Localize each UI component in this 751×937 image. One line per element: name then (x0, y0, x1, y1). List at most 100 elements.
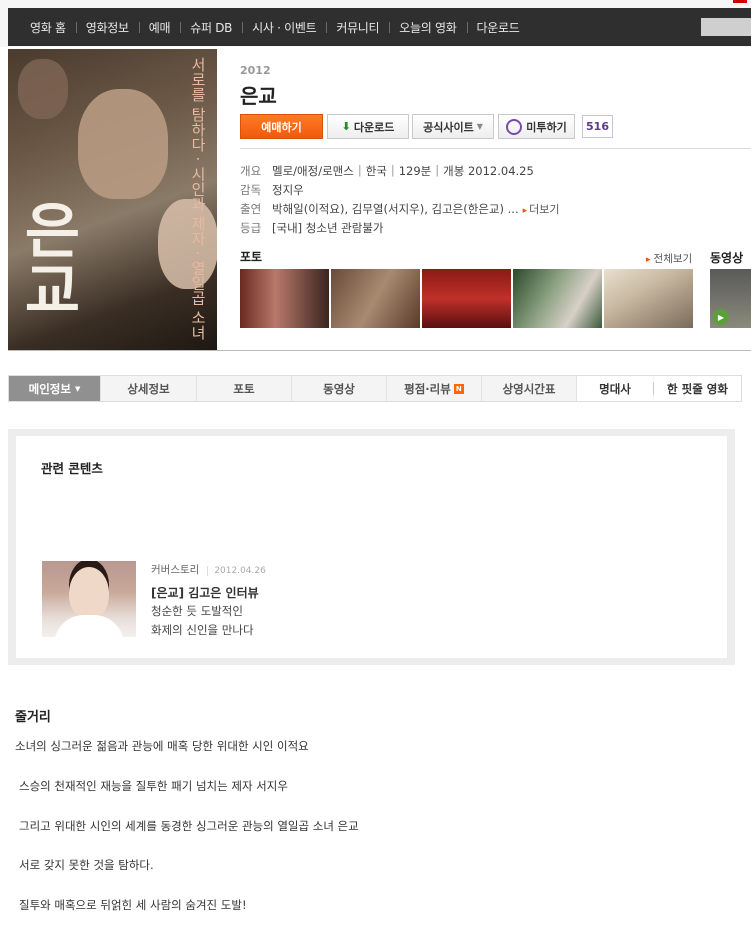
tab-rating-review-label: 평점·리뷰 (404, 381, 451, 396)
tab-quotes-label: 명대사 (599, 381, 631, 396)
tab-related-movies[interactable]: 한 핏줄 영화 (654, 376, 741, 401)
related-content-panel: 관련 콘텐츠 커버스토리 2012.04.26 [은교] 김고은 인터뷰 청순한 … (16, 436, 727, 658)
nav-download[interactable]: 다운로드 (466, 19, 530, 36)
tab-video[interactable]: 동영상 (292, 376, 387, 401)
cast-more-link[interactable]: 더보기 (519, 201, 559, 217)
poster-figure-left (18, 59, 68, 119)
corner-accent (733, 0, 747, 3)
related-content-box: 관련 콘텐츠 커버스토리 2012.04.26 [은교] 김고은 인터뷰 청순한 … (8, 429, 735, 665)
page-title: 은교 (240, 84, 277, 108)
top-navigation: 영화 홈 영화정보 예매 슈퍼 DB 시사 · 이벤트 커뮤니티 오늘의 영화 … (0, 0, 751, 47)
nav-movie-home[interactable]: 영화 홈 (8, 19, 76, 36)
release-value: 개봉 2012.04.25 (443, 164, 534, 178)
download-label: 다운로드 (353, 120, 395, 134)
portrait-body (54, 615, 124, 637)
nav-super-db[interactable]: 슈퍼 DB (180, 19, 242, 36)
content-tabs: 메인정보 ▼ 상세정보 포토 동영상 평점·리뷰 N 상영시간표 명대사 한 핏… (8, 375, 742, 402)
divider (8, 350, 751, 351)
synopsis-line: 질투와 매혹으로 뒤얽힌 세 사람의 숨겨진 도발! (19, 898, 247, 912)
photo-view-all-link[interactable]: 전체보기 (646, 251, 693, 266)
related-category[interactable]: 커버스토리 (151, 564, 199, 576)
speech-bubble-icon (506, 118, 523, 135)
new-badge: N (453, 383, 464, 394)
tab-showtimes[interactable]: 상영시간표 (482, 376, 577, 401)
metoo-count-badge: 516 (582, 115, 613, 138)
poster-figure-center (78, 89, 168, 199)
photo-thumbnail[interactable] (604, 269, 693, 328)
tab-main-info-label: 메인정보 (28, 381, 71, 396)
portrait-figure (69, 567, 109, 619)
search-input[interactable] (701, 18, 751, 36)
separator: | (390, 163, 395, 177)
overview-label: 개요 (240, 164, 262, 178)
rating-value: [국내] 청소년 관람불가 (272, 221, 384, 235)
synopsis-line: 스승의 천재적인 재능을 질투한 패기 넘치는 제자 서지우 (19, 779, 288, 793)
related-date: 2012.04.26 (207, 566, 266, 576)
country-link[interactable]: 한국 (366, 163, 387, 179)
official-site-label: 공식사이트 (423, 120, 474, 134)
info-row-director: 감독 정지우 (240, 182, 304, 198)
tab-photo[interactable]: 포토 (197, 376, 292, 401)
download-icon: ⬇ (341, 120, 351, 133)
related-article-summary: 화제의 신인을 만나다 (151, 623, 254, 637)
related-article-headline[interactable]: [은교] 김고은 인터뷰 (151, 584, 259, 601)
director-link[interactable]: 정지우 (272, 182, 304, 198)
video-section-title: 동영상 (710, 251, 744, 265)
tab-video-label: 동영상 (323, 381, 355, 396)
poster-figure-right (158, 199, 217, 289)
genre-link[interactable]: 멜로/애정/로맨스 (272, 163, 354, 179)
tab-showtimes-label: 상영시간표 (502, 381, 556, 396)
movie-poster[interactable]: 서로를 탐하다 · 시인과 제자 · 열일곱 소녀 은교 (8, 49, 217, 350)
separator: | (357, 163, 362, 177)
tab-photo-label: 포토 (233, 381, 255, 396)
nav-movie-info[interactable]: 영화정보 (75, 19, 139, 36)
photo-section-title: 포토 (240, 250, 263, 264)
director-label: 감독 (240, 183, 262, 197)
photo-thumbnail[interactable] (513, 269, 602, 328)
synopsis-line: 그리고 위대한 시인의 세계를 동경한 싱그러운 관능의 열일곱 소녀 은교 (19, 819, 359, 833)
metoo-label: 미투하기 (526, 120, 567, 134)
video-thumbnail[interactable]: ▶ (710, 269, 751, 328)
cast-list[interactable]: 박해일(이적요), 김무열(서지우), 김고은(한은교) ... (272, 201, 519, 217)
tab-related-movies-label: 한 핏줄 영화 (667, 381, 728, 396)
tab-detail-info-label: 상세정보 (127, 381, 170, 396)
chevron-down-icon: ▼ (476, 122, 483, 131)
info-row-cast: 출연 박해일(이적요), 김무열(서지우), 김고은(한은교) ... 더보기 (240, 201, 560, 217)
nav-todays-movie[interactable]: 오늘의 영화 (389, 19, 466, 36)
tab-rating-review[interactable]: 평점·리뷰 N (387, 376, 482, 401)
poster-title: 은교 (12, 199, 82, 319)
movie-year: 2012 (240, 64, 271, 77)
synopsis-title: 줄거리 (15, 710, 51, 725)
synopsis-line: 소녀의 싱그러운 젊음과 관능에 매혹 당한 위대한 시인 이적요 (15, 739, 309, 753)
play-icon: ▶ (713, 309, 729, 325)
nav-preview-events[interactable]: 시사 · 이벤트 (242, 19, 326, 36)
photo-thumbnail[interactable] (331, 269, 420, 328)
reserve-label: 예매하기 (261, 120, 302, 134)
related-article-meta: 커버스토리 2012.04.26 (151, 562, 266, 577)
tab-quotes[interactable]: 명대사 (577, 376, 653, 401)
rating-label: 등급 (240, 221, 262, 235)
info-row-rating: 등급 [국내] 청소년 관람불가 (240, 220, 384, 236)
tab-main-info[interactable]: 메인정보 ▼ (9, 376, 101, 401)
synopsis-line: 서로 갖지 못한 것을 탐하다. (19, 858, 154, 872)
download-button[interactable]: ⬇ 다운로드 (327, 114, 409, 139)
reserve-button[interactable]: 예매하기 (240, 114, 323, 139)
related-content-title: 관련 콘텐츠 (41, 461, 103, 476)
official-site-button[interactable]: 공식사이트 ▼ (412, 114, 494, 139)
metoo-button[interactable]: 미투하기 (498, 114, 575, 139)
top-nav-bar: 영화 홈 영화정보 예매 슈퍼 DB 시사 · 이벤트 커뮤니티 오늘의 영화 … (8, 8, 751, 46)
related-article-image[interactable] (42, 561, 136, 637)
nav-community[interactable]: 커뮤니티 (326, 19, 389, 36)
related-article-summary: 청순한 듯 도발적인 (151, 604, 243, 618)
info-row-overview: 개요 멜로/애정/로맨스 | 한국 | 129분 | 개봉 2012.04.25 (240, 163, 534, 179)
cast-label: 출연 (240, 202, 262, 216)
poster-tagline: 서로를 탐하다 · 시인과 제자 · 열일곱 소녀 (189, 57, 207, 340)
separator: | (435, 163, 440, 177)
tab-detail-info[interactable]: 상세정보 (101, 376, 197, 401)
photo-thumbnail[interactable] (240, 269, 329, 328)
runtime-value: 129분 (398, 164, 432, 178)
nav-reservation[interactable]: 예매 (138, 19, 180, 36)
divider (240, 148, 751, 149)
chevron-down-icon: ▼ (74, 384, 81, 393)
photo-thumbnail[interactable] (422, 269, 511, 328)
